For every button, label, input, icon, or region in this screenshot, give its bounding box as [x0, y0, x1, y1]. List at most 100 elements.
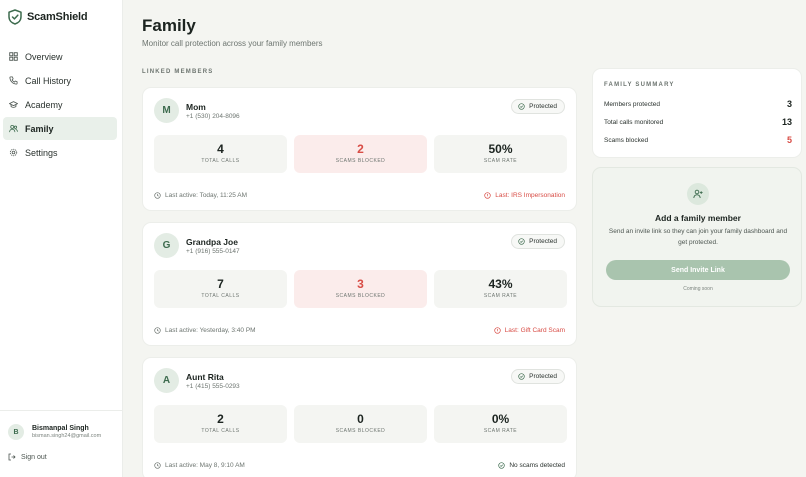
sidebar-item-label: Academy	[25, 99, 63, 110]
stat-scam-rate: 0% SCAM RATE	[434, 405, 567, 443]
sidebar-item-academy[interactable]: Academy	[3, 93, 117, 116]
alert-circle-icon	[494, 327, 501, 334]
check-circle-icon	[518, 103, 525, 110]
member-phone: +1 (530) 204-8096	[186, 113, 240, 120]
stat-label: SCAMS BLOCKED	[335, 293, 386, 299]
stat-label: SCAM RATE	[483, 293, 518, 299]
avatar: A	[154, 368, 179, 393]
stat-scams-blocked: 3 SCAMS BLOCKED	[294, 270, 427, 308]
avatar: M	[154, 98, 179, 123]
stat-label: SCAMS BLOCKED	[335, 158, 386, 164]
stat-value: 2	[357, 142, 364, 156]
clock-icon	[154, 327, 161, 334]
clock-icon	[154, 462, 161, 469]
stat-label: TOTAL CALLS	[201, 158, 240, 164]
stat-total-calls: 2 TOTAL CALLS	[154, 405, 287, 443]
avatar: G	[154, 233, 179, 258]
last-active: Last active: May 8, 9:10 AM	[154, 462, 245, 469]
check-circle-icon	[498, 462, 506, 469]
family-summary-card: FAMILY SUMMARY Members protected 3 Total…	[592, 68, 802, 158]
user-info: Bismanpal Singh bisman.singh24@gmail.com	[32, 425, 101, 439]
user-profile[interactable]: B Bismanpal Singh bisman.singh24@gmail.c…	[8, 424, 101, 440]
section-label: LINKED MEMBERS	[142, 69, 214, 75]
status-badge-label: Protected	[529, 373, 557, 380]
status-badge-label: Protected	[529, 238, 557, 245]
sidebar-item-call-history[interactable]: Call History	[3, 69, 117, 92]
last-active: Last active: Yesterday, 3:40 PM	[154, 327, 256, 334]
clock-icon	[154, 192, 161, 199]
sidebar-item-family[interactable]: Family	[3, 117, 117, 140]
brand[interactable]: ScamShield	[8, 9, 88, 25]
page-subtitle: Monitor call protection across your fami…	[142, 39, 323, 48]
gear-icon	[9, 148, 18, 157]
last-active: Last active: Today, 11:25 AM	[154, 192, 247, 199]
summary-row: Members protected 3	[604, 99, 792, 109]
last-scam-event: Last: Gift Card Scam	[494, 327, 565, 334]
stat-label: TOTAL CALLS	[201, 428, 240, 434]
stat-value: 2	[217, 412, 224, 426]
status-badge: Protected	[511, 369, 565, 384]
stat-value: 43%	[488, 277, 513, 291]
user-email: bisman.singh24@gmail.com	[32, 433, 102, 439]
page-title: Family	[142, 16, 196, 35]
sidebar-item-label: Settings	[25, 147, 58, 158]
stat-scam-rate: 50% SCAM RATE	[434, 135, 567, 173]
add-user-icon-container	[687, 183, 709, 205]
sidebar-divider	[0, 410, 123, 411]
summary-value: 3	[786, 99, 792, 109]
member-phone: +1 (415) 555-0293	[186, 383, 240, 390]
status-badge: Protected	[511, 99, 565, 114]
stat-value: 50%	[488, 142, 513, 156]
shield-check-icon	[8, 9, 22, 25]
invite-card: Add a family member Send an invite link …	[592, 167, 802, 307]
last-scam-text: Last: Gift Card Scam	[504, 327, 565, 334]
stat-value: 7	[217, 277, 224, 291]
last-active-text: Last active: May 8, 9:10 AM	[165, 462, 245, 469]
grid-icon	[9, 52, 18, 61]
graduation-cap-icon	[9, 101, 18, 108]
last-scam-event: Last: IRS Impersonation	[484, 192, 565, 199]
sidebar-item-settings[interactable]: Settings	[3, 141, 117, 164]
logout-icon	[8, 453, 16, 461]
member-phone: +1 (916) 555-0147	[186, 248, 240, 255]
sidebar-item-label: Overview	[25, 51, 63, 62]
status-badge: Protected	[511, 234, 565, 249]
send-invite-link-button[interactable]: Send Invite Link	[606, 260, 790, 280]
check-circle-icon	[518, 238, 525, 245]
stat-scams-blocked: 2 SCAMS BLOCKED	[294, 135, 427, 173]
stat-label: TOTAL CALLS	[201, 293, 240, 299]
stat-value: 0	[357, 412, 364, 426]
sidebar-nav: Overview Call History Academy Family Set…	[3, 45, 117, 165]
add-user-icon	[693, 189, 703, 199]
alert-circle-icon	[484, 192, 491, 199]
summary-title: FAMILY SUMMARY	[604, 82, 675, 88]
sign-out-label: Sign out	[21, 453, 47, 461]
last-scam-text: No scams detected	[509, 462, 565, 469]
stat-value: 0%	[491, 412, 510, 426]
stat-total-calls: 7 TOTAL CALLS	[154, 270, 287, 308]
summary-value: 13	[781, 117, 792, 127]
last-active-text: Last active: Yesterday, 3:40 PM	[165, 327, 256, 334]
phone-icon	[9, 76, 18, 85]
member-card-grandpa-joe[interactable]: G Grandpa Joe +1 (916) 555-0147 Protecte…	[142, 222, 577, 346]
status-badge-label: Protected	[529, 103, 557, 110]
summary-row: Scams blocked 5	[604, 135, 792, 145]
member-card-mom[interactable]: M Mom +1 (530) 204-8096 Protected 4 TOTA…	[142, 87, 577, 211]
sidebar: ScamShield Overview Call History Academy…	[0, 0, 123, 477]
summary-label: Total calls monitored	[604, 118, 664, 126]
member-name: Aunt Rita	[186, 372, 224, 382]
member-card-aunt-rita[interactable]: A Aunt Rita +1 (415) 555-0293 Protected …	[142, 357, 577, 477]
stat-total-calls: 4 TOTAL CALLS	[154, 135, 287, 173]
user-name: Bismanpal Singh	[32, 425, 89, 432]
stat-value: 3	[357, 277, 364, 291]
check-circle-icon	[518, 373, 525, 380]
users-icon	[9, 124, 18, 133]
summary-value: 5	[786, 135, 792, 145]
sidebar-item-label: Family	[25, 123, 54, 134]
sidebar-item-overview[interactable]: Overview	[3, 45, 117, 68]
stat-label: SCAM RATE	[483, 158, 518, 164]
summary-label: Scams blocked	[604, 136, 649, 144]
sign-out-button[interactable]: Sign out	[8, 453, 47, 461]
invite-description: Send an invite link so they can join you…	[608, 228, 788, 246]
stat-scam-rate: 43% SCAM RATE	[434, 270, 567, 308]
